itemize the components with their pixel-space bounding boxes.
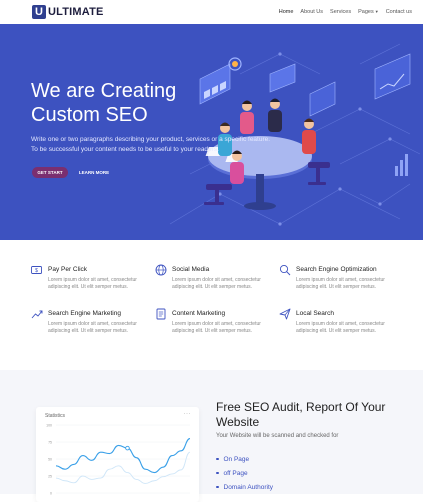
service-title: Pay Per Click bbox=[48, 266, 88, 273]
audit-item-label: Domain Authority bbox=[223, 483, 274, 491]
service-description: Lorem ipsum dolor sit amet, consectetur … bbox=[48, 277, 137, 290]
caret-down-icon: ▼ bbox=[374, 9, 379, 14]
learn-more-button[interactable]: LEARN MORE bbox=[74, 167, 114, 178]
nav-item-pages-label: Pages bbox=[358, 9, 374, 15]
globe-icon bbox=[155, 264, 167, 276]
document-icon bbox=[156, 308, 166, 320]
audit-title: Free SEO Audit, Report Of Your Website bbox=[216, 400, 386, 429]
pay-per-click-icon: $ bbox=[31, 266, 42, 274]
chart-series-line bbox=[55, 438, 191, 474]
nav-item-contact[interactable]: Contact us bbox=[386, 9, 412, 15]
logo[interactable]: U ULTIMATE bbox=[32, 5, 104, 19]
audit-item-on-page[interactable]: On Page bbox=[216, 452, 273, 466]
statistics-title: Statistics bbox=[45, 413, 66, 419]
bullet-icon bbox=[216, 471, 219, 475]
audit-item-label: On Page bbox=[223, 455, 250, 463]
audit-item-label: off Page bbox=[223, 469, 248, 477]
service-description: Lorem ipsum dolor sit amet, consectetur … bbox=[296, 321, 385, 334]
service-title: Local Search bbox=[296, 310, 334, 317]
service-description: Lorem ipsum dolor sit amet, consectetur … bbox=[48, 321, 137, 334]
bullet-icon bbox=[216, 457, 219, 461]
seo-audit-section: Statistics ··· 0 25 50 75 100 Free SEO Audit… bbox=[0, 370, 423, 502]
chart-y-tick-label: 50 bbox=[48, 458, 52, 462]
logo-text: ULTIMATE bbox=[48, 6, 104, 18]
hero-description: Write one or two paragraphs describing y… bbox=[31, 136, 271, 153]
get-start-button[interactable]: GET START bbox=[32, 167, 68, 178]
service-description: Lorem ipsum dolor sit amet, consectetur … bbox=[172, 321, 261, 334]
chart-y-tick-label: 100 bbox=[46, 424, 52, 428]
service-title: Search Engine Optimization bbox=[296, 266, 377, 273]
audit-item-domain-authority[interactable]: Domain Authority bbox=[216, 480, 273, 494]
nav-item-about[interactable]: About Us bbox=[300, 9, 323, 15]
service-title: Social Media bbox=[172, 266, 210, 273]
send-icon bbox=[279, 308, 291, 320]
service-description: Lorem ipsum dolor sit amet, consectetur … bbox=[296, 277, 385, 290]
service-title: Search Engine Marketing bbox=[48, 310, 121, 317]
audit-subtitle: Your Website will be scanned and checked… bbox=[216, 433, 339, 439]
svg-text:$: $ bbox=[35, 268, 38, 274]
nav-item-pages[interactable]: Pages▼ bbox=[358, 9, 379, 15]
hero-section: We are Creating Custom SEO Write one or … bbox=[0, 24, 423, 240]
hero-title: We are Creating Custom SEO bbox=[31, 80, 177, 126]
service-title: Content Marketing bbox=[172, 310, 226, 317]
search-icon bbox=[279, 264, 291, 276]
services-section: $ Pay Per Click Lorem ipsum dolor sit am… bbox=[0, 240, 423, 370]
chart-highlight-point[interactable] bbox=[125, 445, 130, 451]
service-description: Lorem ipsum dolor sit amet, consectetur … bbox=[172, 277, 261, 290]
logo-mark: U bbox=[32, 5, 46, 19]
more-options-icon[interactable]: ··· bbox=[184, 411, 192, 417]
statistics-line-chart: 0255075100 bbox=[46, 424, 191, 496]
statistics-card: Statistics ··· 0 25 50 75 100 bbox=[36, 407, 199, 502]
bullet-icon bbox=[216, 485, 219, 489]
audit-checklist: On Page off Page Domain Authority bbox=[216, 452, 273, 494]
chart-y-tick-label: 25 bbox=[48, 475, 52, 479]
chart-y-tick-label: 75 bbox=[48, 441, 52, 445]
navbar: U ULTIMATE Home About Us Services Pages▼… bbox=[0, 0, 423, 24]
trending-up-icon bbox=[31, 310, 43, 319]
nav-item-services[interactable]: Services bbox=[330, 9, 351, 15]
audit-item-off-page[interactable]: off Page bbox=[216, 466, 273, 480]
main-nav: Home About Us Services Pages▼ Contact us bbox=[279, 9, 412, 15]
nav-item-home[interactable]: Home bbox=[279, 9, 294, 15]
